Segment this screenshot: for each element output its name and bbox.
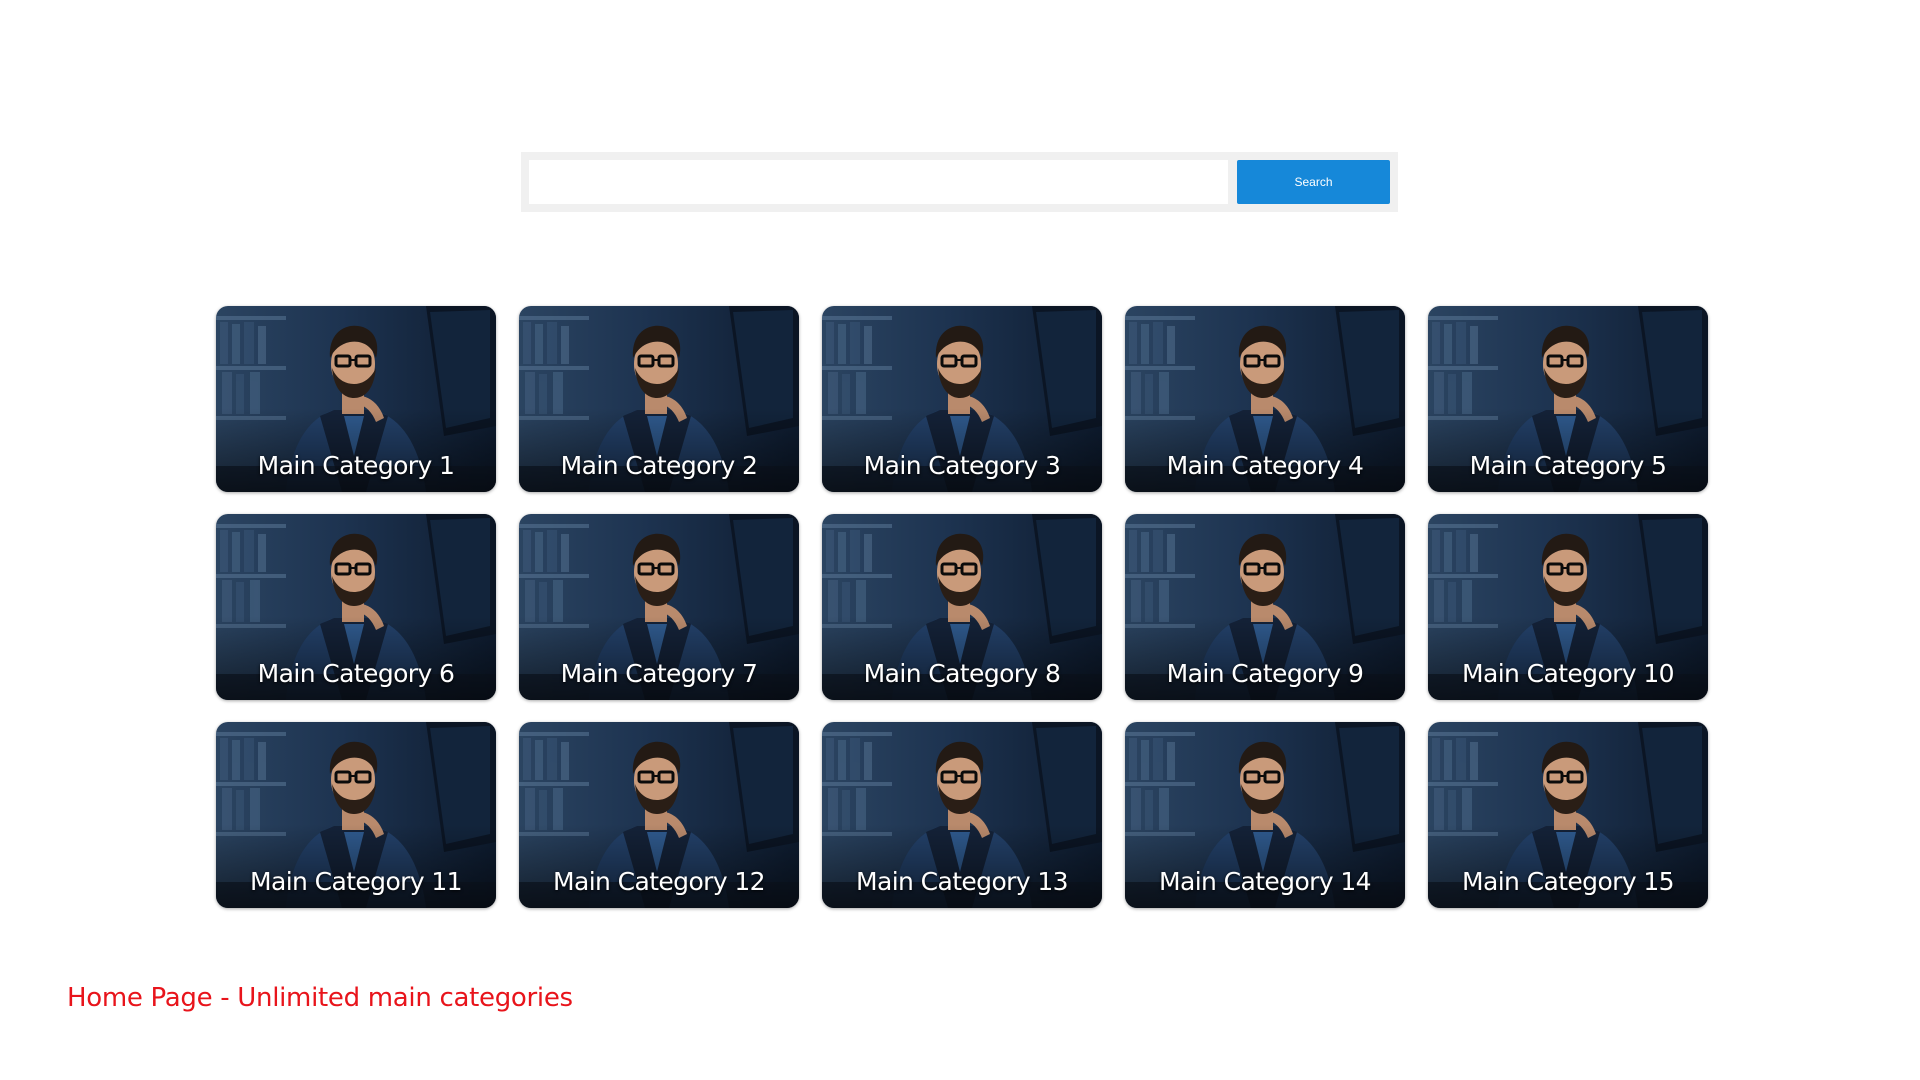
category-label: Main Category 8 — [863, 659, 1061, 688]
category-card-13[interactable]: Main Category 13 — [822, 722, 1102, 908]
page-caption: Home Page - Unlimited main categories — [67, 983, 573, 1013]
category-label: Main Category 2 — [560, 451, 758, 480]
category-card-3[interactable]: Main Category 3 — [822, 306, 1102, 492]
category-label: Main Category 5 — [1469, 451, 1667, 480]
search-button[interactable]: Search — [1237, 160, 1390, 204]
category-grid: Main Category 1 Main Category 2 Main Cat… — [216, 306, 1708, 908]
category-label: Main Category 13 — [856, 867, 1069, 896]
category-card-5[interactable]: Main Category 5 — [1428, 306, 1708, 492]
category-card-8[interactable]: Main Category 8 — [822, 514, 1102, 700]
category-card-7[interactable]: Main Category 7 — [519, 514, 799, 700]
category-label: Main Category 1 — [257, 451, 455, 480]
search-input[interactable] — [529, 160, 1228, 204]
category-label: Main Category 15 — [1462, 867, 1675, 896]
category-card-15[interactable]: Main Category 15 — [1428, 722, 1708, 908]
category-label: Main Category 4 — [1166, 451, 1364, 480]
home-page: Search Main Category 1 Main Category 2 M… — [0, 0, 1920, 1080]
category-card-12[interactable]: Main Category 12 — [519, 722, 799, 908]
category-card-11[interactable]: Main Category 11 — [216, 722, 496, 908]
category-card-10[interactable]: Main Category 10 — [1428, 514, 1708, 700]
category-label: Main Category 7 — [560, 659, 758, 688]
search-bar: Search — [521, 152, 1398, 212]
category-card-6[interactable]: Main Category 6 — [216, 514, 496, 700]
category-label: Main Category 14 — [1159, 867, 1372, 896]
category-card-1[interactable]: Main Category 1 — [216, 306, 496, 492]
category-card-14[interactable]: Main Category 14 — [1125, 722, 1405, 908]
category-label: Main Category 6 — [257, 659, 455, 688]
category-label: Main Category 3 — [863, 451, 1061, 480]
category-card-4[interactable]: Main Category 4 — [1125, 306, 1405, 492]
category-label: Main Category 10 — [1462, 659, 1675, 688]
category-label: Main Category 9 — [1166, 659, 1364, 688]
category-label: Main Category 11 — [250, 867, 463, 896]
category-label: Main Category 12 — [553, 867, 766, 896]
category-card-2[interactable]: Main Category 2 — [519, 306, 799, 492]
category-card-9[interactable]: Main Category 9 — [1125, 514, 1405, 700]
